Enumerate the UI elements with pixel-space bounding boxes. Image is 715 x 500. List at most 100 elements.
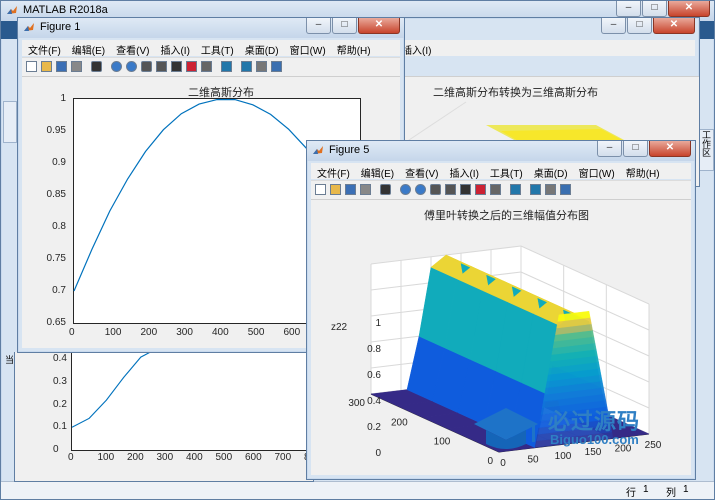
figure-5-menu-item[interactable]: 工具(T) xyxy=(484,163,528,180)
colorbar-icon[interactable] xyxy=(221,61,232,72)
new-file-icon[interactable] xyxy=(315,184,326,195)
figure-1-menu-item[interactable]: 查看(V) xyxy=(110,40,154,57)
y-tick-label: 300 xyxy=(348,398,365,409)
brush-icon[interactable] xyxy=(186,61,197,72)
graduation-cap-logo xyxy=(474,408,538,449)
brush-icon[interactable] xyxy=(475,184,486,195)
status-row-value: 1 xyxy=(643,484,649,495)
legend-icon[interactable] xyxy=(530,184,541,195)
data-cursor-icon[interactable] xyxy=(460,184,471,195)
x-tick-label: 100 xyxy=(104,327,122,338)
figure-1-title-bar: Figure 1 – □ ✕ xyxy=(18,18,404,38)
figure-1-menu-item[interactable]: 窗口(W) xyxy=(284,40,331,57)
figure-1-title: Figure 1 xyxy=(40,21,81,33)
lower-x-tick-label: 200 xyxy=(127,452,144,463)
z-axis-label: z22 xyxy=(331,322,348,333)
figure-5-menu-item[interactable]: 文件(F) xyxy=(311,163,355,180)
save-icon[interactable] xyxy=(345,184,356,195)
watermark-url: Biguo100.com xyxy=(550,432,639,447)
left-panel-tab[interactable] xyxy=(3,101,17,143)
y-tick-label: 100 xyxy=(434,437,451,448)
figure-1-menu-item[interactable]: 桌面(D) xyxy=(239,40,284,57)
new-file-icon[interactable] xyxy=(26,61,37,72)
show-plot-tools-icon[interactable] xyxy=(560,184,571,195)
close-button[interactable]: ✕ xyxy=(668,1,710,17)
status-col-label: 列 xyxy=(666,488,676,499)
figure-5-menu-item[interactable]: 编辑(E) xyxy=(355,163,399,180)
show-plot-tools-icon[interactable] xyxy=(271,61,282,72)
figure-5-toolbar xyxy=(311,180,691,199)
print-icon[interactable] xyxy=(71,61,82,72)
lower-y-tick-label: 0.4 xyxy=(53,353,67,365)
open-icon[interactable] xyxy=(41,61,52,72)
pan-icon[interactable] xyxy=(430,184,441,195)
maximize-button[interactable]: □ xyxy=(642,1,667,17)
z-tick-label: 0 xyxy=(375,448,381,459)
link-plot-icon[interactable] xyxy=(201,61,212,72)
pointer-icon[interactable] xyxy=(91,61,102,72)
watermark: 必过源码 Biguo100.com xyxy=(470,398,680,460)
figure-5-title: Figure 5 xyxy=(329,144,370,156)
figure-lower-left: 0.40.30.20.10 010020030040050060070080 xyxy=(14,352,343,482)
x-tick-label: 300 xyxy=(176,327,193,338)
data-cursor-icon[interactable] xyxy=(171,61,182,72)
link-plot-icon[interactable] xyxy=(490,184,501,195)
figure-1-menu-item[interactable]: 工具(T) xyxy=(195,40,239,57)
open-icon[interactable] xyxy=(330,184,341,195)
behind-minimize-button[interactable]: – xyxy=(601,18,626,34)
rotate-icon[interactable] xyxy=(445,184,456,195)
figure-1-close-button[interactable]: ✕ xyxy=(358,18,400,34)
y-tick-label: 0.9 xyxy=(52,157,66,168)
lower-x-tick-label: 300 xyxy=(156,452,174,463)
figure-1-menu-item[interactable]: 插入(I) xyxy=(154,40,194,57)
figure-5-close-button[interactable]: ✕ xyxy=(649,141,691,157)
zoom-in-icon[interactable] xyxy=(111,61,122,72)
matlab-status-bar: 行 1 列 1 xyxy=(1,481,714,499)
minimize-button[interactable]: – xyxy=(616,1,641,17)
rotate-icon[interactable] xyxy=(156,61,167,72)
figure-5-menu-item[interactable]: 帮助(H) xyxy=(620,163,665,180)
z-tick-label: 0.8 xyxy=(367,344,381,355)
lower-x-tick-label: 600 xyxy=(245,452,262,463)
y-tick-label: 0.85 xyxy=(46,189,66,200)
colorbar-icon[interactable] xyxy=(510,184,521,195)
z-tick-label: 0.2 xyxy=(367,422,381,433)
pan-icon[interactable] xyxy=(141,61,152,72)
figure-5-menu-item[interactable]: 窗口(W) xyxy=(573,163,620,180)
figure-5-menu-item[interactable]: 桌面(D) xyxy=(528,163,573,180)
lower-y-tick-label: 0.3 xyxy=(53,376,67,387)
hide-plot-tools-icon[interactable] xyxy=(256,61,267,72)
figure-1-toolbar xyxy=(22,57,400,76)
zoom-in-icon[interactable] xyxy=(400,184,411,195)
workspace-tab[interactable]: 工作区 xyxy=(698,129,714,171)
x-tick-label: 600 xyxy=(283,327,301,338)
z-tick-label: 0.4 xyxy=(367,396,381,407)
y-tick-label: 200 xyxy=(391,417,408,428)
figure-5-maximize-button[interactable]: □ xyxy=(623,141,648,157)
figure-5-menu-item[interactable]: 插入(I) xyxy=(443,163,483,180)
pointer-icon[interactable] xyxy=(380,184,391,195)
figure-1-maximize-button[interactable]: □ xyxy=(332,18,357,34)
figure-5-minimize-button[interactable]: – xyxy=(597,141,622,157)
figure-1-minimize-button[interactable]: – xyxy=(306,18,331,34)
y-tick-label: 0.65 xyxy=(46,317,66,328)
hide-plot-tools-icon[interactable] xyxy=(545,184,556,195)
behind-maximize-button[interactable]: □ xyxy=(627,18,652,34)
save-icon[interactable] xyxy=(56,61,67,72)
figure-1-menu-item[interactable]: 帮助(H) xyxy=(331,40,376,57)
figure-5-menu-item[interactable]: 查看(V) xyxy=(399,163,443,180)
figure-5-title-bar: Figure 5 – □ ✕ xyxy=(307,141,695,161)
figure-1-menu-item[interactable]: 文件(F) xyxy=(22,40,66,57)
status-col-value: 1 xyxy=(683,484,689,495)
x-tick-label: 200 xyxy=(140,327,158,338)
zoom-out-icon[interactable] xyxy=(126,61,137,72)
behind-close-button[interactable]: ✕ xyxy=(653,18,695,34)
lower-left-axes xyxy=(71,352,343,451)
zoom-out-icon[interactable] xyxy=(415,184,426,195)
lower-x-tick-label: 400 xyxy=(186,452,203,463)
figure-1-menu-bar: 文件(F) 编辑(E) 查看(V) 插入(I) 工具(T) 桌面(D) 窗口(W) 帮助(H) xyxy=(22,40,400,57)
figure-logo-icon xyxy=(24,23,34,31)
print-icon[interactable] xyxy=(360,184,371,195)
legend-icon[interactable] xyxy=(241,61,252,72)
figure-1-menu-item[interactable]: 编辑(E) xyxy=(66,40,110,57)
